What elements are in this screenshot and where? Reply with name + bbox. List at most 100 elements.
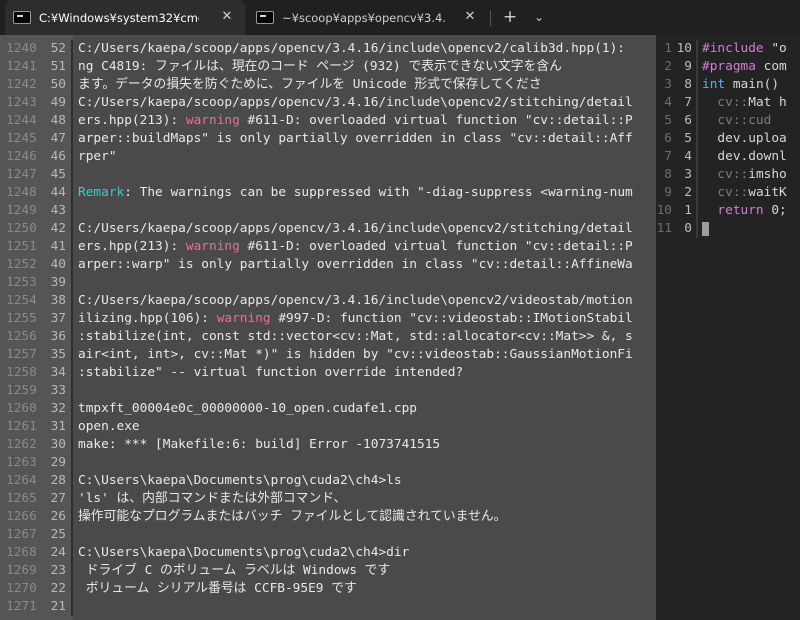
line-text: ers.hpp(213): warning #611-D: overloaded… (78, 112, 653, 130)
text-token: C:/Users/kaepa/scoop/apps/opencv/3.4.16/… (78, 41, 626, 56)
line-text: return 0; (702, 202, 800, 220)
relative-line-number: 36 (50, 329, 66, 344)
line-number: 10 (656, 203, 672, 218)
kw-token: #include (702, 41, 764, 56)
line-number: 1240 (6, 41, 37, 56)
terminal-line: 1245 47 arper::buildMaps" is only partiall… (0, 130, 656, 148)
terminal-line: 1268 24 C:\Users\kaepa\Documents\prog\cuda… (0, 544, 656, 562)
tab-title: ~¥scoop¥apps¥opencv¥3.4.16¥ (282, 10, 446, 25)
relative-line-number: 25 (50, 527, 66, 542)
line-number: 5 (664, 113, 672, 128)
gutter-bar (71, 418, 73, 436)
gutter-bar (71, 598, 73, 616)
gutter-bar (71, 346, 73, 364)
gutter-bar (71, 292, 73, 310)
chevron-down-icon[interactable]: ⌄ (527, 6, 551, 28)
text-token: 操作可能なプログラムまたはバッチ ファイルとして認識されていません。 (78, 509, 507, 524)
line-text (78, 274, 653, 292)
editor-pane[interactable]: 1 10 #include "o 2 9 #pragma com 3 8 int main() 4… (656, 35, 800, 620)
relative-line-number: 50 (50, 77, 66, 92)
ns-token: cv:: (702, 95, 749, 110)
new-tab-button[interactable]: + (498, 6, 522, 28)
gutter-bar (696, 184, 698, 202)
relative-line-number: 23 (50, 563, 66, 578)
line-number: 1253 (6, 275, 37, 290)
gutter-bar (71, 58, 73, 76)
relative-line-number: 22 (50, 581, 66, 596)
close-icon[interactable]: ✕ (219, 9, 235, 25)
gutter-bar (696, 112, 698, 130)
kw-token: #pragma (702, 59, 756, 74)
text-token: ドライブ C のボリューム ラベルは Windows です (78, 563, 391, 578)
terminal-line: 1264 28 C:\Users\kaepa\Documents\prog\cuda… (0, 472, 656, 490)
line-text: dev.uploa (702, 130, 800, 148)
text-token: C:/Users/kaepa/scoop/apps/opencv/3.4.16/… (78, 95, 633, 110)
text-token: Mat h (748, 95, 787, 110)
relative-line-number: 28 (50, 473, 66, 488)
line-text: 操作可能なプログラムまたはバッチ ファイルとして認識されていません。 (78, 508, 653, 526)
relative-line-number: 32 (50, 401, 66, 416)
relative-line-number: 29 (50, 455, 66, 470)
line-number: 1270 (6, 581, 37, 596)
close-icon[interactable]: ✕ (462, 9, 478, 25)
relative-line-number: 27 (50, 491, 66, 506)
text-token: com (755, 59, 787, 74)
line-number: 1243 (6, 95, 37, 110)
text-token: arper::warp" is only partially overridde… (78, 257, 633, 272)
line-text: cv::cud (702, 112, 800, 130)
editor-line: 3 8 int main() (656, 76, 800, 94)
terminal-line: 1271 21 (0, 598, 656, 616)
editor-line: 11 0 (656, 220, 800, 238)
tab-cmd[interactable]: C:¥Windows¥system32¥cmd.e ✕ (5, 0, 245, 35)
text-token: arper::buildMaps" is only partially over… (78, 131, 633, 146)
text-token: 0; (763, 203, 787, 218)
line-number: 1260 (6, 401, 37, 416)
gutter-bar (71, 526, 73, 544)
relative-line-number: 10 (676, 41, 692, 56)
line-text (78, 166, 653, 184)
terminal-line: 1249 43 (0, 202, 656, 220)
remark-token: Remark (78, 185, 125, 200)
text-token: ng C4819: ファイルは、現在のコード ページ (932) で表示できない… (78, 59, 562, 74)
editor-line: 10 1 return 0; (656, 202, 800, 220)
line-text: arper::buildMaps" is only partially over… (78, 130, 653, 148)
line-number: 1251 (6, 239, 37, 254)
kw-token: return (702, 203, 764, 218)
line-text: arper::warp" is only partially overridde… (78, 256, 653, 274)
terminal-line: 1250 42 C:/Users/kaepa/scoop/apps/opencv/3… (0, 220, 656, 238)
terminal-line: 1247 45 (0, 166, 656, 184)
text-token: : The warnings can be suppressed with "-… (124, 185, 633, 200)
text-token: dev.uploa (702, 131, 787, 146)
warn-token: warning (216, 311, 271, 326)
line-text: cv::waitK (702, 184, 800, 202)
line-text: rper" (78, 148, 653, 166)
line-number: 1244 (6, 113, 37, 128)
line-text: make: *** [Makefile:6: build] Error -107… (78, 436, 653, 454)
terminal-line: 1262 30 make: *** [Makefile:6: build] Erro… (0, 436, 656, 454)
text-token: ers.hpp(213): (78, 113, 186, 128)
line-text: ます。データの損失を防ぐために、ファイルを Unicode 形式で保存してくださ (78, 76, 653, 94)
terminal-line: 1244 48 ers.hpp(213): warning #611-D: over… (0, 112, 656, 130)
tab-opencv[interactable]: ~¥scoop¥apps¥opencv¥3.4.16¥ ✕ (248, 0, 488, 35)
terminal-line: 1248 44 Remark: The warnings can be suppre… (0, 184, 656, 202)
text-token: air<int, int>, cv::Mat *)" is hidden by … (78, 347, 633, 362)
text-token: C:\Users\kaepa\Documents\prog\cuda2\ch4>… (78, 473, 402, 488)
gutter-bar (696, 76, 698, 94)
terminal-line: 1258 34:stabilize" -- virtual function ov… (0, 364, 656, 382)
gutter-bar (71, 490, 73, 508)
gutter-bar (696, 130, 698, 148)
line-text (78, 202, 653, 220)
terminal-output: 1240 52 C:/Users/kaepa/scoop/apps/opencv/3… (0, 40, 656, 616)
line-number: 1261 (6, 419, 37, 434)
gutter-bar (71, 364, 73, 382)
text-token: :stabilize(int, const std::vector<cv::Ma… (78, 329, 633, 344)
relative-line-number: 34 (50, 365, 66, 380)
gutter-bar (71, 400, 73, 418)
line-number: 1264 (6, 473, 37, 488)
gutter-bar (696, 148, 698, 166)
gutter-bar (71, 148, 73, 166)
terminal-line: 1243 49 C:/Users/kaepa/scoop/apps/opencv/3… (0, 94, 656, 112)
gutter-bar (71, 382, 73, 400)
relative-line-number: 33 (50, 383, 66, 398)
terminal-pane[interactable]: 1240 52 C:/Users/kaepa/scoop/apps/opencv/3… (0, 35, 656, 620)
